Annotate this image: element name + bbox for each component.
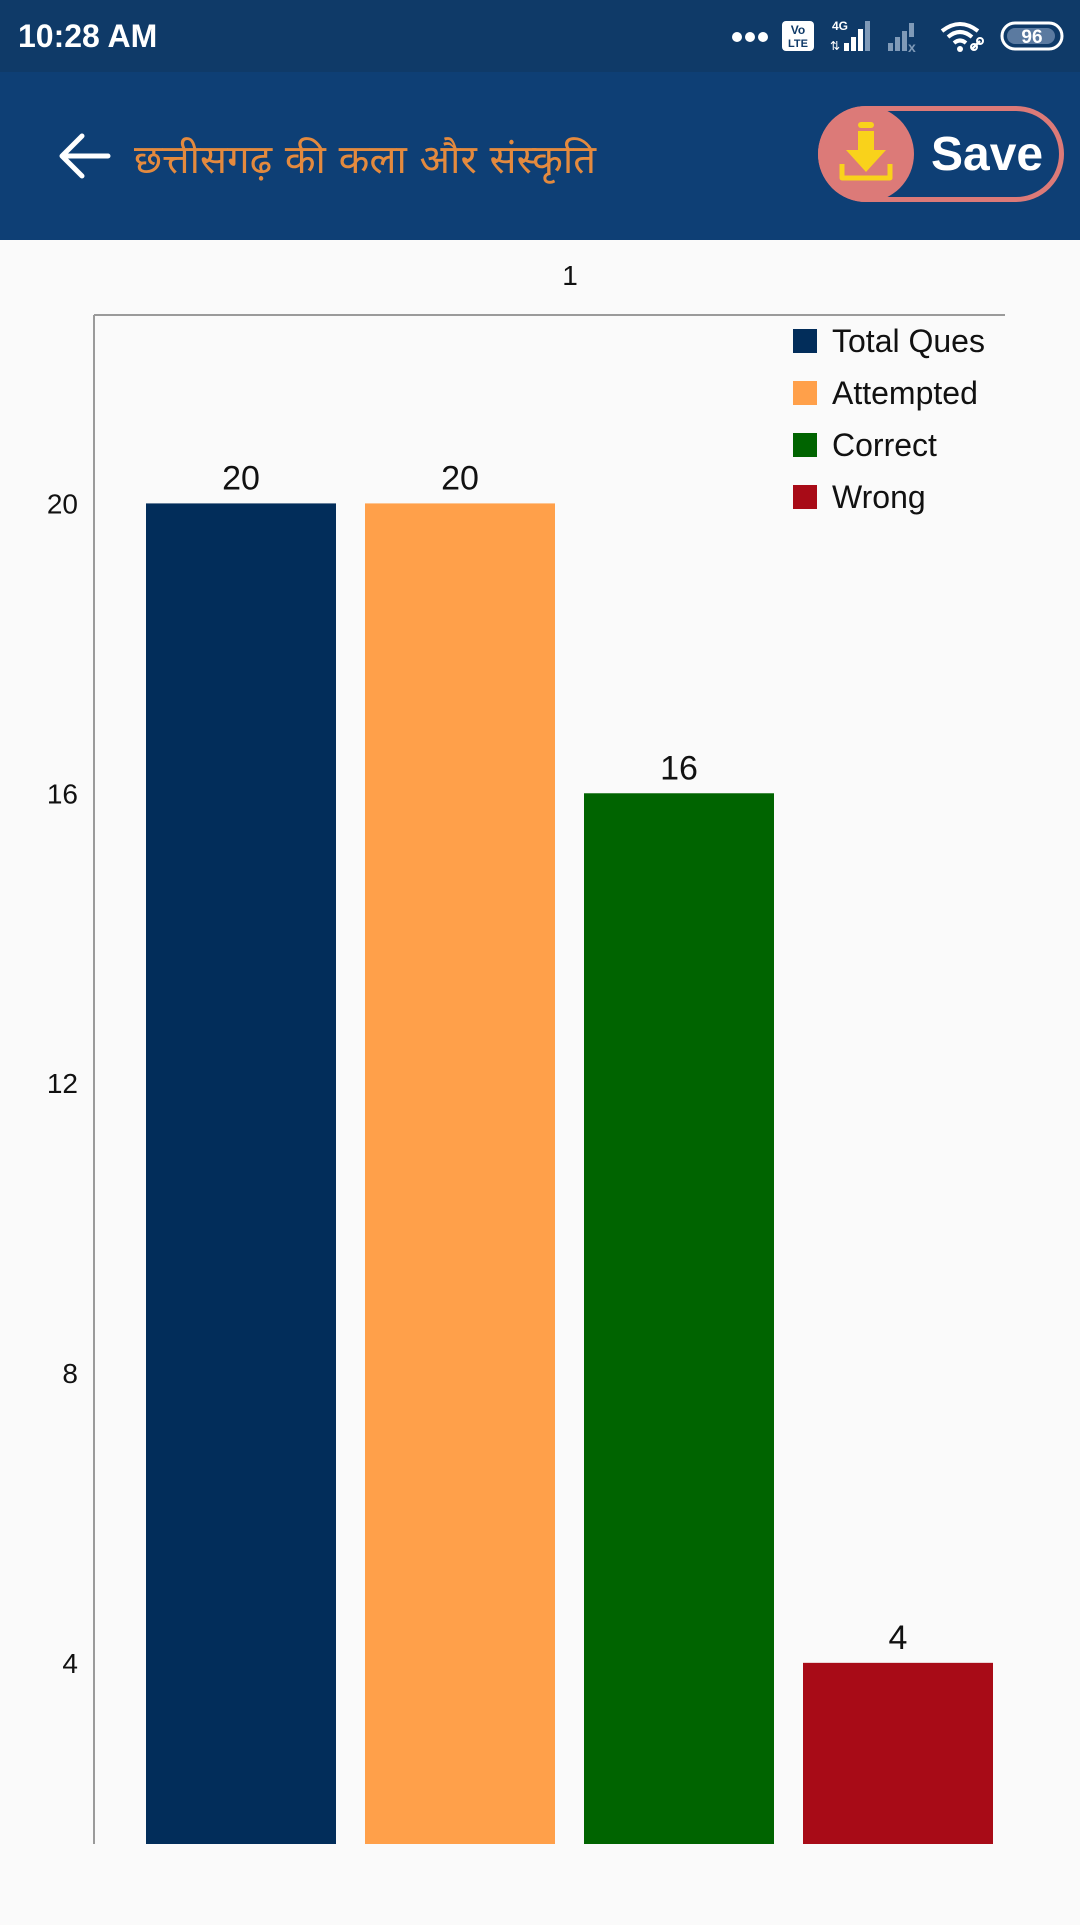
battery-icon: 96	[1000, 21, 1064, 56]
svg-text:x: x	[908, 39, 916, 53]
bar-attempted	[365, 503, 555, 1844]
bar-value-label: 20	[222, 459, 260, 497]
status-bar: 10:28 AM Vo LTE 4G ⇅ x 96	[0, 0, 1080, 72]
page-title: छत्तीसगढ़ की कला और संस्कृति	[134, 137, 597, 183]
y-tick-label: 20	[47, 488, 78, 519]
volte-icon: Vo LTE	[782, 20, 814, 56]
network-type-label: 4G	[832, 19, 848, 33]
signal-4g-icon: 4G ⇅	[828, 19, 872, 58]
bar-total-ques	[146, 503, 336, 1844]
legend-swatch-total-ques	[793, 329, 817, 353]
save-icon-circle	[818, 106, 914, 202]
svg-text:LTE: LTE	[788, 38, 808, 50]
legend-swatch-correct	[793, 433, 817, 457]
status-time: 10:28 AM	[18, 18, 158, 54]
bar-value-label: 4	[889, 1619, 908, 1657]
y-tick-label: 12	[47, 1068, 78, 1099]
arrow-left-icon	[56, 132, 112, 185]
bar-correct	[584, 793, 774, 1844]
bar-value-label: 16	[660, 749, 698, 787]
legend-swatch-attempted	[793, 381, 817, 405]
save-button[interactable]: Save	[818, 106, 1064, 202]
battery-level: 96	[1021, 27, 1042, 48]
y-tick-label: 16	[47, 778, 78, 809]
save-label: Save	[931, 128, 1044, 181]
app-bar: छत्तीसगढ़ की कला और संस्कृति Save	[0, 72, 1080, 240]
y-tick-label: 4	[62, 1648, 78, 1679]
legend-label: Correct	[832, 427, 937, 463]
svg-text:Vo: Vo	[791, 23, 805, 37]
y-tick-label: 8	[62, 1358, 78, 1389]
chart-title: 1	[562, 260, 578, 291]
legend-label: Attempted	[832, 375, 978, 411]
legend-label: Wrong	[832, 479, 926, 515]
svg-text:⇅: ⇅	[830, 39, 840, 53]
bar-chart: 1 4 8 12 16 20 20 20 16 4 Total Ques Attempted Corre…	[47, 260, 1005, 1844]
bar-value-label: 20	[441, 459, 479, 497]
more-dots-icon	[732, 29, 768, 48]
back-button[interactable]	[52, 126, 116, 190]
signal-no-service-icon: x	[886, 19, 926, 58]
bar-wrong	[803, 1662, 993, 1844]
wifi-link-icon	[940, 19, 986, 58]
legend-label: Total Ques	[832, 323, 985, 359]
chart-area: 1 4 8 12 16 20 20 20 16 4 Total Ques Attempted Corre…	[0, 240, 1080, 1920]
status-icons: Vo LTE 4G ⇅ x 96	[732, 18, 1064, 58]
legend-swatch-wrong	[793, 485, 817, 509]
download-icon	[836, 120, 896, 189]
